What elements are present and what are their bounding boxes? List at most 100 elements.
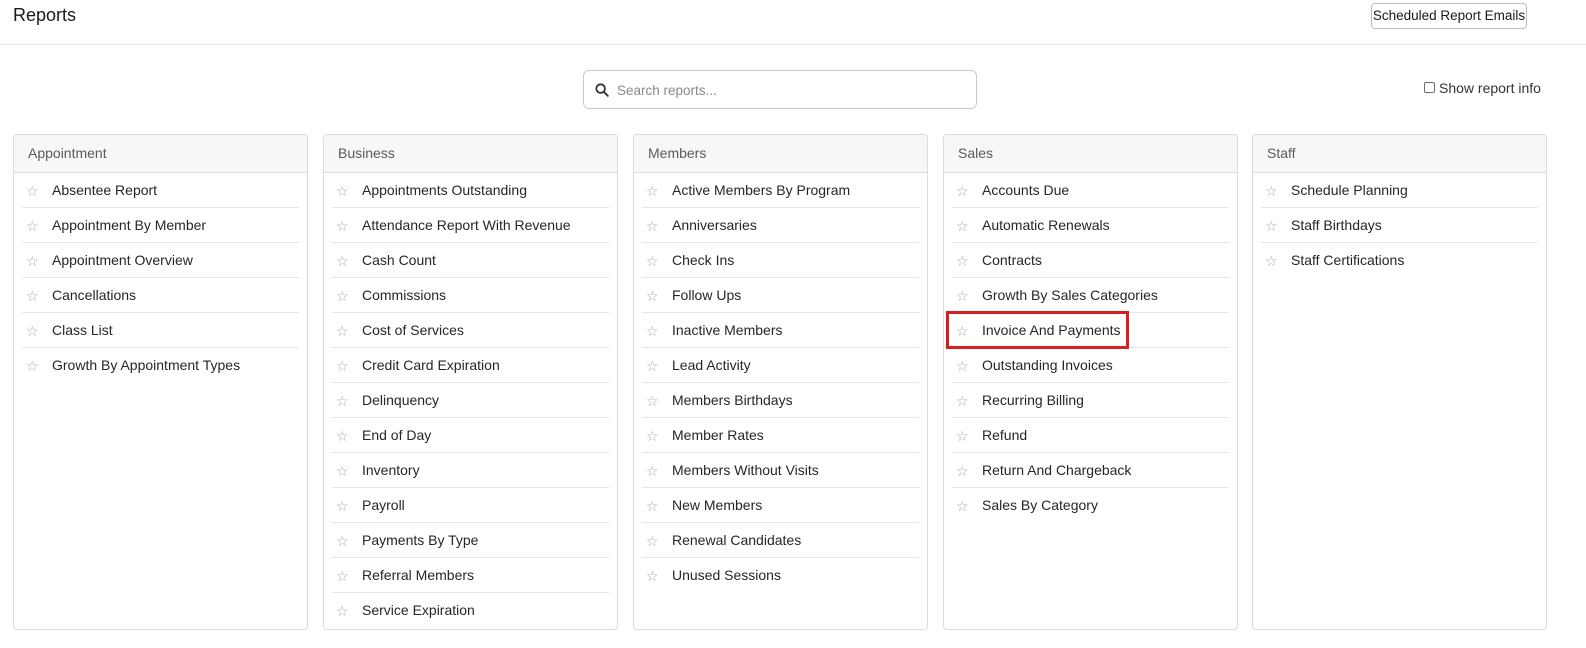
star-icon[interactable]: ☆ <box>336 384 349 419</box>
star-icon[interactable]: ☆ <box>646 524 659 559</box>
report-item-members-without-visits[interactable]: ☆ Members Without Visits <box>642 453 919 488</box>
star-icon[interactable]: ☆ <box>336 454 349 489</box>
star-icon[interactable]: ☆ <box>26 244 39 279</box>
report-link[interactable]: Cash Count <box>362 243 436 278</box>
report-link[interactable]: Inactive Members <box>672 313 782 348</box>
report-link[interactable]: Commissions <box>362 278 446 313</box>
report-link[interactable]: Growth By Appointment Types <box>52 348 240 383</box>
report-item-appointment-overview[interactable]: ☆ Appointment Overview <box>22 243 299 278</box>
report-item-growth-by-sales-categories[interactable]: ☆ Growth By Sales Categories <box>952 278 1229 313</box>
star-icon[interactable]: ☆ <box>956 419 969 454</box>
star-icon[interactable]: ☆ <box>336 209 349 244</box>
report-item-absentee-report[interactable]: ☆ Absentee Report <box>22 173 299 208</box>
report-item-commissions[interactable]: ☆ Commissions <box>332 278 609 313</box>
report-item-appointments-outstanding[interactable]: ☆ Appointments Outstanding <box>332 173 609 208</box>
report-item-class-list[interactable]: ☆ Class List <box>22 313 299 348</box>
report-item-sales-by-category[interactable]: ☆ Sales By Category <box>952 488 1229 522</box>
star-icon[interactable]: ☆ <box>336 594 349 629</box>
report-link[interactable]: Refund <box>982 418 1027 453</box>
report-item-member-rates[interactable]: ☆ Member Rates <box>642 418 919 453</box>
star-icon[interactable]: ☆ <box>26 279 39 314</box>
star-icon[interactable]: ☆ <box>336 559 349 594</box>
star-icon[interactable]: ☆ <box>646 349 659 384</box>
report-item-end-of-day[interactable]: ☆ End of Day <box>332 418 609 453</box>
report-item-follow-ups[interactable]: ☆ Follow Ups <box>642 278 919 313</box>
star-icon[interactable]: ☆ <box>26 314 39 349</box>
star-icon[interactable]: ☆ <box>956 349 969 384</box>
report-link[interactable]: Accounts Due <box>982 173 1069 208</box>
report-link[interactable]: Cancellations <box>52 278 136 313</box>
report-link[interactable]: Return And Chargeback <box>982 453 1131 488</box>
report-link[interactable]: Inventory <box>362 453 420 488</box>
report-link[interactable]: End of Day <box>362 418 431 453</box>
report-link[interactable]: Payroll <box>362 488 405 523</box>
report-link[interactable]: Follow Ups <box>672 278 741 313</box>
report-item-growth-by-appointment-types[interactable]: ☆ Growth By Appointment Types <box>22 348 299 382</box>
report-link[interactable]: New Members <box>672 488 762 523</box>
report-link[interactable]: Cost of Services <box>362 313 464 348</box>
report-item-inventory[interactable]: ☆ Inventory <box>332 453 609 488</box>
star-icon[interactable]: ☆ <box>956 244 969 279</box>
report-link[interactable]: Anniversaries <box>672 208 757 243</box>
report-link[interactable]: Staff Birthdays <box>1291 208 1382 243</box>
report-link[interactable]: Referral Members <box>362 558 474 593</box>
star-icon[interactable]: ☆ <box>646 384 659 419</box>
star-icon[interactable]: ☆ <box>26 174 39 209</box>
star-icon[interactable]: ☆ <box>336 524 349 559</box>
report-link[interactable]: Active Members By Program <box>672 173 850 208</box>
report-link[interactable]: Renewal Candidates <box>672 523 801 558</box>
report-link[interactable]: Appointment Overview <box>52 243 193 278</box>
report-link[interactable]: Check Ins <box>672 243 734 278</box>
report-item-appointment-by-member[interactable]: ☆ Appointment By Member <box>22 208 299 243</box>
star-icon[interactable]: ☆ <box>646 314 659 349</box>
report-item-check-ins[interactable]: ☆ Check Ins <box>642 243 919 278</box>
report-item-staff-certifications[interactable]: ☆ Staff Certifications <box>1261 243 1538 277</box>
star-icon[interactable]: ☆ <box>956 314 969 349</box>
star-icon[interactable]: ☆ <box>956 489 969 524</box>
report-link[interactable]: Appointment By Member <box>52 208 206 243</box>
star-icon[interactable]: ☆ <box>646 279 659 314</box>
report-link[interactable]: Attendance Report With Revenue <box>362 208 571 243</box>
star-icon[interactable]: ☆ <box>956 384 969 419</box>
star-icon[interactable]: ☆ <box>646 419 659 454</box>
report-link[interactable]: Invoice And Payments <box>982 313 1121 348</box>
report-link[interactable]: Unused Sessions <box>672 558 781 593</box>
report-link[interactable]: Staff Certifications <box>1291 243 1404 278</box>
star-icon[interactable]: ☆ <box>956 209 969 244</box>
report-link[interactable]: Appointments Outstanding <box>362 173 527 208</box>
report-link[interactable]: Sales By Category <box>982 488 1098 523</box>
report-item-payments-by-type[interactable]: ☆ Payments By Type <box>332 523 609 558</box>
star-icon[interactable]: ☆ <box>646 559 659 594</box>
report-link[interactable]: Recurring Billing <box>982 383 1084 418</box>
report-item-invoice-and-payments[interactable]: ☆ Invoice And Payments <box>952 313 1229 348</box>
report-item-anniversaries[interactable]: ☆ Anniversaries <box>642 208 919 243</box>
report-link[interactable]: Class List <box>52 313 113 348</box>
report-link[interactable]: Schedule Planning <box>1291 173 1408 208</box>
report-item-staff-birthdays[interactable]: ☆ Staff Birthdays <box>1261 208 1538 243</box>
star-icon[interactable]: ☆ <box>336 279 349 314</box>
show-report-info-toggle[interactable]: Show report info <box>1424 80 1541 96</box>
report-item-delinquency[interactable]: ☆ Delinquency <box>332 383 609 418</box>
report-item-renewal-candidates[interactable]: ☆ Renewal Candidates <box>642 523 919 558</box>
star-icon[interactable]: ☆ <box>26 209 39 244</box>
star-icon[interactable]: ☆ <box>956 279 969 314</box>
report-item-return-and-chargeback[interactable]: ☆ Return And Chargeback <box>952 453 1229 488</box>
report-item-contracts[interactable]: ☆ Contracts <box>952 243 1229 278</box>
star-icon[interactable]: ☆ <box>956 454 969 489</box>
report-item-new-members[interactable]: ☆ New Members <box>642 488 919 523</box>
star-icon[interactable]: ☆ <box>26 349 39 384</box>
report-item-schedule-planning[interactable]: ☆ Schedule Planning <box>1261 173 1538 208</box>
star-icon[interactable]: ☆ <box>646 489 659 524</box>
report-link[interactable]: Lead Activity <box>672 348 751 383</box>
report-item-unused-sessions[interactable]: ☆ Unused Sessions <box>642 558 919 592</box>
report-link[interactable]: Contracts <box>982 243 1042 278</box>
star-icon[interactable]: ☆ <box>646 244 659 279</box>
star-icon[interactable]: ☆ <box>336 244 349 279</box>
report-link[interactable]: Credit Card Expiration <box>362 348 500 383</box>
report-item-attendance-report-with-revenue[interactable]: ☆ Attendance Report With Revenue <box>332 208 609 243</box>
report-item-outstanding-invoices[interactable]: ☆ Outstanding Invoices <box>952 348 1229 383</box>
report-link[interactable]: Growth By Sales Categories <box>982 278 1158 313</box>
report-link[interactable]: Member Rates <box>672 418 764 453</box>
report-item-lead-activity[interactable]: ☆ Lead Activity <box>642 348 919 383</box>
report-item-active-members-by-program[interactable]: ☆ Active Members By Program <box>642 173 919 208</box>
